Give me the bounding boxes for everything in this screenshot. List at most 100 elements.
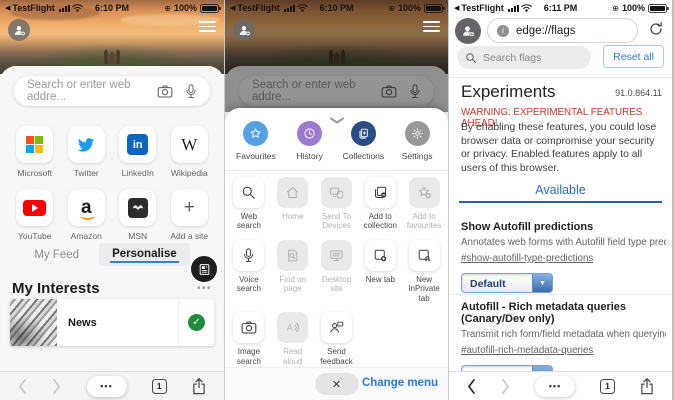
share-button[interactable]	[192, 377, 206, 395]
search-placeholder: Search or enter web addre...	[27, 79, 131, 103]
flag-select[interactable]: Default ▼	[461, 273, 553, 293]
add-a-site-button[interactable]: + Add a site	[164, 189, 216, 241]
interest-card-news[interactable]: News ✓	[10, 299, 214, 346]
star-add-icon	[418, 186, 431, 199]
search-flags-field[interactable]	[457, 46, 591, 69]
site-microsoft[interactable]: Microsoft	[9, 126, 61, 178]
site-label: Add a site	[170, 231, 209, 241]
site-label: Twitter	[73, 168, 99, 178]
url-text: edge://flags	[516, 24, 576, 37]
site-linkedin[interactable]: in LinkedIn	[112, 126, 164, 178]
menu-item-settings[interactable]: Settings	[390, 121, 444, 161]
reset-all-button[interactable]: Reset all	[603, 45, 664, 68]
dim-overlay[interactable]	[225, 0, 448, 112]
bottom-nav-bar: ••• 1	[0, 371, 224, 400]
forward-button[interactable]	[501, 378, 510, 394]
site-youtube[interactable]: YouTube	[9, 189, 61, 241]
description-text: By enabling these features, you could lo…	[461, 122, 657, 174]
page-title: Experiments	[461, 82, 556, 101]
tab-my-feed[interactable]: My Feed	[34, 249, 79, 261]
camera-icon[interactable]	[157, 84, 173, 98]
site-label: Microsoft	[17, 168, 52, 178]
youtube-logo-icon	[23, 199, 47, 216]
back-button[interactable]	[467, 378, 476, 394]
menu-item-image-search[interactable]: Image search	[230, 312, 268, 366]
site-amazon[interactable]: a Amazon	[61, 189, 113, 241]
news-thumbnail	[10, 299, 57, 346]
profile-avatar-button[interactable]	[455, 18, 481, 44]
menu-item-send-feedback[interactable]: Send feedback	[318, 312, 356, 366]
site-msn[interactable]: MSN	[112, 189, 164, 241]
menu-item-label: Favourites	[236, 151, 276, 161]
more-menu-button[interactable]: •••	[535, 375, 575, 397]
site-label: LinkedIn	[121, 168, 154, 178]
menu-item-new-inprivate-tab[interactable]: New InPrivate tab	[405, 239, 443, 303]
battery-icon	[424, 3, 445, 13]
reload-button[interactable]	[648, 21, 664, 42]
tab-switcher-button[interactable]: 1	[600, 378, 615, 394]
flag-select-value: Default	[470, 278, 506, 290]
menu-item-desktop-site[interactable]: Desktop site	[318, 239, 356, 294]
menu-item-label: Desktop site	[321, 274, 352, 294]
new-tab-icon	[374, 249, 387, 262]
wikipedia-logo-icon: W	[181, 134, 198, 154]
share-button[interactable]	[640, 377, 654, 395]
profile-avatar-button[interactable]	[233, 19, 255, 41]
close-menu-button[interactable]: ✕	[314, 373, 359, 395]
add-to-collection-icon	[374, 186, 387, 198]
tab-available[interactable]: Available	[449, 183, 672, 197]
menu-item-web-search[interactable]: Web search	[230, 177, 268, 231]
menu-item-history[interactable]: History	[283, 121, 337, 161]
profile-avatar-button[interactable]	[8, 19, 30, 41]
search-flags-input[interactable]	[483, 51, 583, 64]
reload-icon	[650, 22, 662, 35]
menu-item-label: Settings	[401, 151, 433, 161]
screenshot-stage: ◀ TestFlight 6:10 PM ⊕ 100% Search or en…	[0, 0, 674, 400]
menu-item-favourites[interactable]: Favourites	[229, 121, 283, 161]
back-button[interactable]	[18, 378, 27, 394]
menu-item-label: Voice search	[236, 274, 261, 294]
menu-item-add-to-favourites[interactable]: Add to favourites	[405, 177, 443, 231]
interests-overflow-button[interactable]: •••	[197, 283, 212, 294]
tab-switcher-button[interactable]: 1	[151, 378, 167, 394]
menu-item-new-tab[interactable]: New tab	[361, 239, 399, 284]
status-bar: ◀ TestFlight 6:10 PM ⊕ 100%	[0, 0, 224, 16]
menu-item-label: Web search	[236, 212, 261, 231]
news-feed-fab-button[interactable]	[191, 256, 217, 282]
flag-divider	[449, 294, 672, 295]
camera-icon	[241, 321, 257, 334]
forward-button[interactable]	[52, 378, 61, 394]
menu-item-voice-search[interactable]: Voice search	[230, 239, 268, 294]
check-icon: ✓	[188, 314, 205, 331]
url-bar[interactable]: i edge://flags	[487, 18, 638, 43]
menu-item-label: Image search	[236, 347, 261, 366]
flag-anchor-link[interactable]: #show-autofill-type-predictions	[461, 253, 593, 264]
site-twitter[interactable]: Twitter	[61, 126, 113, 178]
my-interests-heading: My Interests	[12, 280, 100, 297]
mic-icon[interactable]	[185, 83, 197, 99]
twitter-bird-icon	[77, 137, 95, 152]
tab-personalise[interactable]: Personalise	[99, 243, 190, 266]
interest-selected-zone[interactable]: ✓	[178, 299, 214, 346]
header-divider	[449, 77, 672, 78]
page-info-icon[interactable]: i	[497, 24, 509, 37]
menu-item-collections[interactable]: Collections	[337, 121, 391, 161]
search-bar[interactable]: Search or enter web addre...	[14, 76, 210, 106]
menu-item-add-to-collection[interactable]: Add to collection	[361, 177, 399, 231]
menu-item-label: New tab	[365, 274, 395, 284]
more-menu-button[interactable]: •••	[86, 375, 127, 397]
site-label: MSN	[128, 231, 148, 241]
change-menu-link[interactable]: Change menu	[362, 377, 438, 389]
site-wikipedia[interactable]: W Wikipedia	[164, 126, 216, 178]
flag-anchor-link[interactable]: #autofill-rich-metadata-queries	[461, 345, 593, 356]
menu-item-send-to-devices[interactable]: Send To Devices	[318, 177, 356, 231]
menu-item-find-on-page[interactable]: Find on page	[274, 239, 312, 294]
menu-item-read-aloud[interactable]: A Read aloud	[274, 312, 312, 366]
status-bar: ◀ TestFlight 6:11 PM ⊕ 100%	[449, 0, 672, 16]
bottom-nav-bar: ••• 1	[449, 371, 672, 400]
battery-percent: 100%	[397, 3, 421, 13]
tab-underline	[459, 201, 662, 203]
menu-item-home[interactable]: Home	[274, 177, 312, 221]
hamburger-menu-button[interactable]	[423, 21, 440, 32]
hamburger-menu-button[interactable]	[199, 21, 216, 32]
